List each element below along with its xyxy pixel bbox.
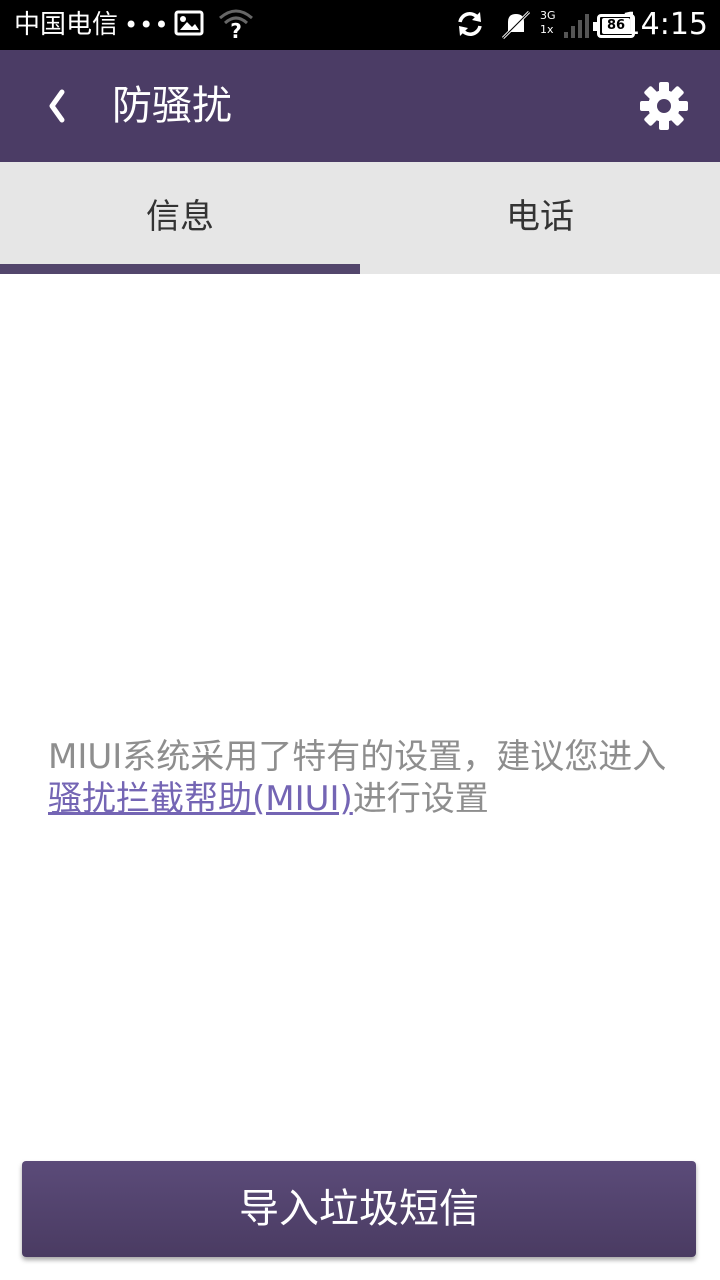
notice-text-end: 进行设置 — [352, 779, 489, 819]
network-3g-label: 3G — [540, 9, 556, 22]
signal-icon — [564, 12, 590, 46]
wifi-unknown-icon: ? — [218, 8, 254, 44]
picture-icon — [174, 10, 204, 40]
network-1x-label: 1x — [540, 23, 554, 36]
tab-messages[interactable]: 信息 — [0, 162, 360, 274]
carrier-name: 中国电信 — [14, 10, 119, 40]
tab-calls[interactable]: 电话 — [360, 162, 720, 274]
miui-notice: MIUI系统采用了特有的设置，建议您进入骚扰拦截帮助(MIUI)进行设置 — [48, 736, 678, 820]
mute-icon — [500, 10, 532, 44]
tab-calls-label: 电话 — [506, 197, 574, 237]
status-bar: 中国电信 ••• ? 3G 1x 86 14:15 — [0, 0, 720, 50]
tab-indicator — [0, 264, 360, 274]
import-spam-sms-button[interactable]: 导入垃圾短信 — [22, 1161, 696, 1257]
tab-messages-label: 信息 — [146, 197, 214, 237]
more-notifications-dots: ••• — [124, 11, 170, 39]
svg-text:?: ? — [230, 19, 242, 40]
sync-icon — [456, 10, 484, 42]
back-chevron-icon[interactable] — [36, 78, 80, 134]
clock: 14:15 — [621, 7, 708, 42]
page-title: 防骚扰 — [112, 83, 232, 129]
help-link[interactable]: 骚扰拦截帮助(MIUI) — [48, 779, 353, 819]
app-header: 防骚扰 — [0, 50, 720, 162]
tab-bar: 信息 电话 — [0, 162, 720, 274]
gear-icon[interactable] — [636, 78, 692, 134]
network-type: 3G 1x — [540, 9, 556, 37]
notice-text: MIUI系统采用了特有的设置，建议您进入 — [48, 737, 667, 777]
